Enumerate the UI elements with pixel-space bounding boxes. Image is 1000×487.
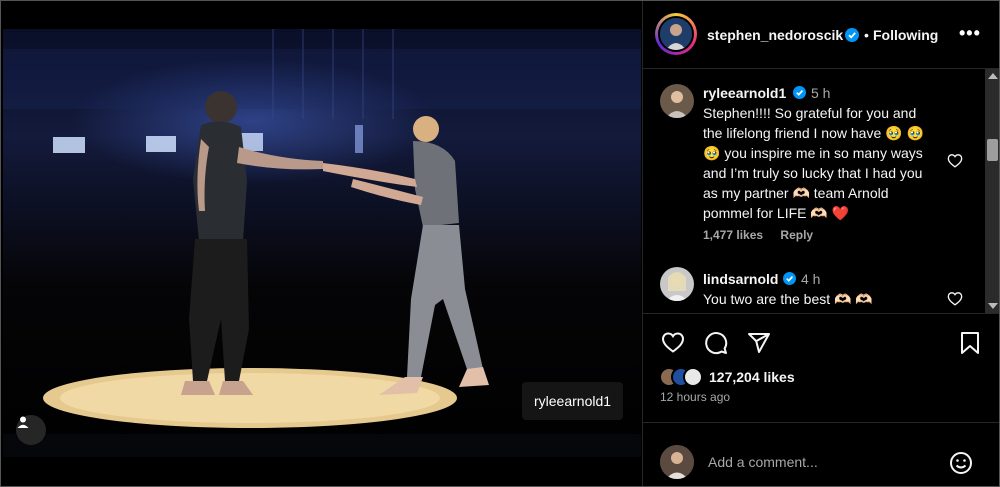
tagged-user-pill[interactable]: ryleearnold1 xyxy=(522,382,624,420)
commenter-username[interactable]: lindsarnold xyxy=(703,271,778,287)
liker-avatar xyxy=(683,367,703,387)
comment-text: You two are the best 🫶🏻 🫶🏻 xyxy=(703,291,873,307)
commenter-username[interactable]: ryleearnold1 xyxy=(703,85,786,101)
likes-count[interactable]: 127,204 likes xyxy=(709,369,795,385)
author-avatar-image xyxy=(658,16,694,52)
post-timestamp[interactable]: 12 hours ago xyxy=(660,390,730,404)
comments-list[interactable]: ryleearnold1 5 h Stephen!!!! So grateful… xyxy=(643,69,999,313)
tagged-user-label: ryleearnold1 xyxy=(534,393,612,409)
instagram-post-modal: ryleearnold1 stephen_nedoroscik • Follow… xyxy=(0,0,1000,487)
add-comment-bar: Add a comment... xyxy=(643,422,999,486)
comment-meta: 1,477 likes Reply xyxy=(703,228,827,242)
emoji-icon[interactable] xyxy=(949,451,973,480)
post-header: stephen_nedoroscik • Following ••• xyxy=(643,1,999,69)
current-user-avatar xyxy=(660,445,694,479)
heart-icon[interactable] xyxy=(661,331,685,358)
commenter-avatar[interactable] xyxy=(660,267,694,301)
verified-icon xyxy=(845,28,859,47)
likes-summary[interactable]: 127,204 likes xyxy=(659,367,795,387)
bookmark-icon[interactable] xyxy=(959,331,981,360)
more-icon[interactable]: ••• xyxy=(959,23,981,44)
scroll-thumb[interactable] xyxy=(987,139,998,161)
post-actions: 127,204 likes 12 hours ago Add a comment… xyxy=(643,313,999,486)
user-tag-button[interactable] xyxy=(16,415,46,445)
comments-scrollbar[interactable] xyxy=(985,69,999,313)
separator-dot: • xyxy=(864,27,869,43)
post-sidebar: stephen_nedoroscik • Following ••• rylee… xyxy=(642,1,999,486)
scroll-down-arrow[interactable] xyxy=(988,303,998,309)
following-button[interactable]: Following xyxy=(873,27,938,43)
comment-time[interactable]: 4 h xyxy=(801,271,820,287)
comment-time[interactable]: 5 h xyxy=(811,85,830,101)
author-username[interactable]: stephen_nedoroscik xyxy=(707,27,843,43)
heart-icon[interactable] xyxy=(947,291,963,311)
verified-icon xyxy=(793,86,806,104)
verified-icon xyxy=(783,272,796,290)
heart-icon[interactable] xyxy=(947,153,963,173)
comment-text: Stephen!!!! So grateful for you and the … xyxy=(703,105,924,221)
scroll-up-arrow[interactable] xyxy=(988,73,998,79)
comment-icon[interactable] xyxy=(704,331,728,360)
commenter-avatar[interactable] xyxy=(660,84,694,118)
add-comment-input[interactable]: Add a comment... xyxy=(708,454,818,470)
post-media[interactable]: ryleearnold1 xyxy=(3,29,641,457)
reply-button[interactable]: Reply xyxy=(780,228,813,242)
comment-likes[interactable]: 1,477 likes xyxy=(703,228,763,242)
author-avatar[interactable] xyxy=(655,13,697,55)
share-icon[interactable] xyxy=(747,331,771,360)
